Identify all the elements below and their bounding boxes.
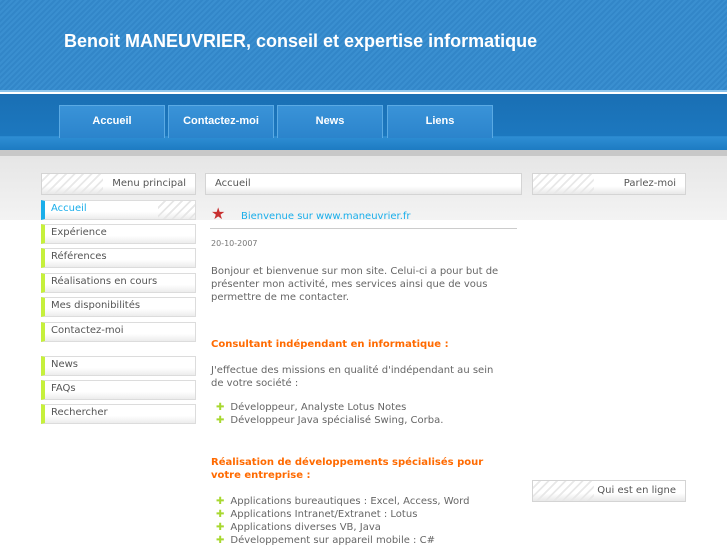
article-divider xyxy=(210,228,517,229)
list-item: ✚ Applications bureautiques : Excel, Acce… xyxy=(216,496,470,507)
sidebar-item-experience[interactable]: Expérience xyxy=(41,224,196,244)
article-link[interactable]: Bienvenue sur www.maneuvrier.fr xyxy=(241,211,411,222)
section-heading-1: Consultant indépendant en informatique : xyxy=(211,339,449,350)
list-item: ✚ Développement sur appareil mobile : C# xyxy=(216,535,435,546)
nav-contactez-moi[interactable]: Contactez-moi xyxy=(168,105,274,138)
qui-est-en-ligne-header: Qui est en ligne xyxy=(532,480,686,502)
sidebar-item-rechercher[interactable]: Rechercher xyxy=(41,404,196,424)
parlez-moi-header: Parlez-moi xyxy=(532,173,686,195)
sidebar-item-contact[interactable]: Contactez-moi xyxy=(41,322,196,342)
bullet-plus-icon: ✚ xyxy=(216,535,225,546)
list-item: ✚ Applications Intranet/Extranet : Lotus xyxy=(216,509,418,520)
nav-accueil[interactable]: Accueil xyxy=(59,105,165,138)
star-icon: ★ xyxy=(211,204,226,223)
sidebar-item-disponibilites[interactable]: Mes disponibilités xyxy=(41,297,196,317)
nav-news[interactable]: News xyxy=(277,105,383,138)
section-text-1: J'effectue des missions en qualité d'ind… xyxy=(211,365,494,389)
article-date: 20-10-2007 xyxy=(211,239,258,248)
intro-text: Bonjour et bienvenue sur mon site. Celui… xyxy=(211,266,499,303)
list-item: ✚ Développeur Java spécialisé Swing, Corb… xyxy=(216,415,444,426)
site-title: Benoit MANEUVRIER, conseil et expertise … xyxy=(64,31,538,51)
sidebar-item-faqs[interactable]: FAQs xyxy=(41,380,196,400)
sidebar-item-references[interactable]: Références xyxy=(41,248,196,268)
nav-liens[interactable]: Liens xyxy=(387,105,493,138)
bullet-plus-icon: ✚ xyxy=(216,522,225,533)
sidebar-item-realisations[interactable]: Réalisations en cours xyxy=(41,273,196,293)
main-nav: Accueil Contactez-moi News Liens xyxy=(0,94,727,150)
bullet-plus-icon: ✚ xyxy=(216,402,225,413)
list-item: ✚ Applications diverses VB, Java xyxy=(216,522,381,533)
bullet-plus-icon: ✚ xyxy=(216,415,225,426)
sidebar-item-accueil[interactable]: Accueil xyxy=(41,200,196,220)
bullet-plus-icon: ✚ xyxy=(216,509,225,520)
services-list-2: ✚ Applications bureautiques : Excel, Acce… xyxy=(216,495,469,547)
list-item: ✚ Développeur, Analyste Lotus Notes xyxy=(216,402,407,413)
section-heading-2: Réalisation de développements spécialisé… xyxy=(211,457,484,481)
main-header: Accueil xyxy=(205,173,522,195)
sidebar-item-news[interactable]: News xyxy=(41,356,196,376)
menu-principal-header: Menu principal xyxy=(41,173,196,195)
bullet-plus-icon: ✚ xyxy=(216,496,225,507)
services-list-1: ✚ Développeur, Analyste Lotus Notes ✚ Déve… xyxy=(216,401,443,427)
site-header: Benoit MANEUVRIER, conseil et expertise … xyxy=(0,0,727,92)
